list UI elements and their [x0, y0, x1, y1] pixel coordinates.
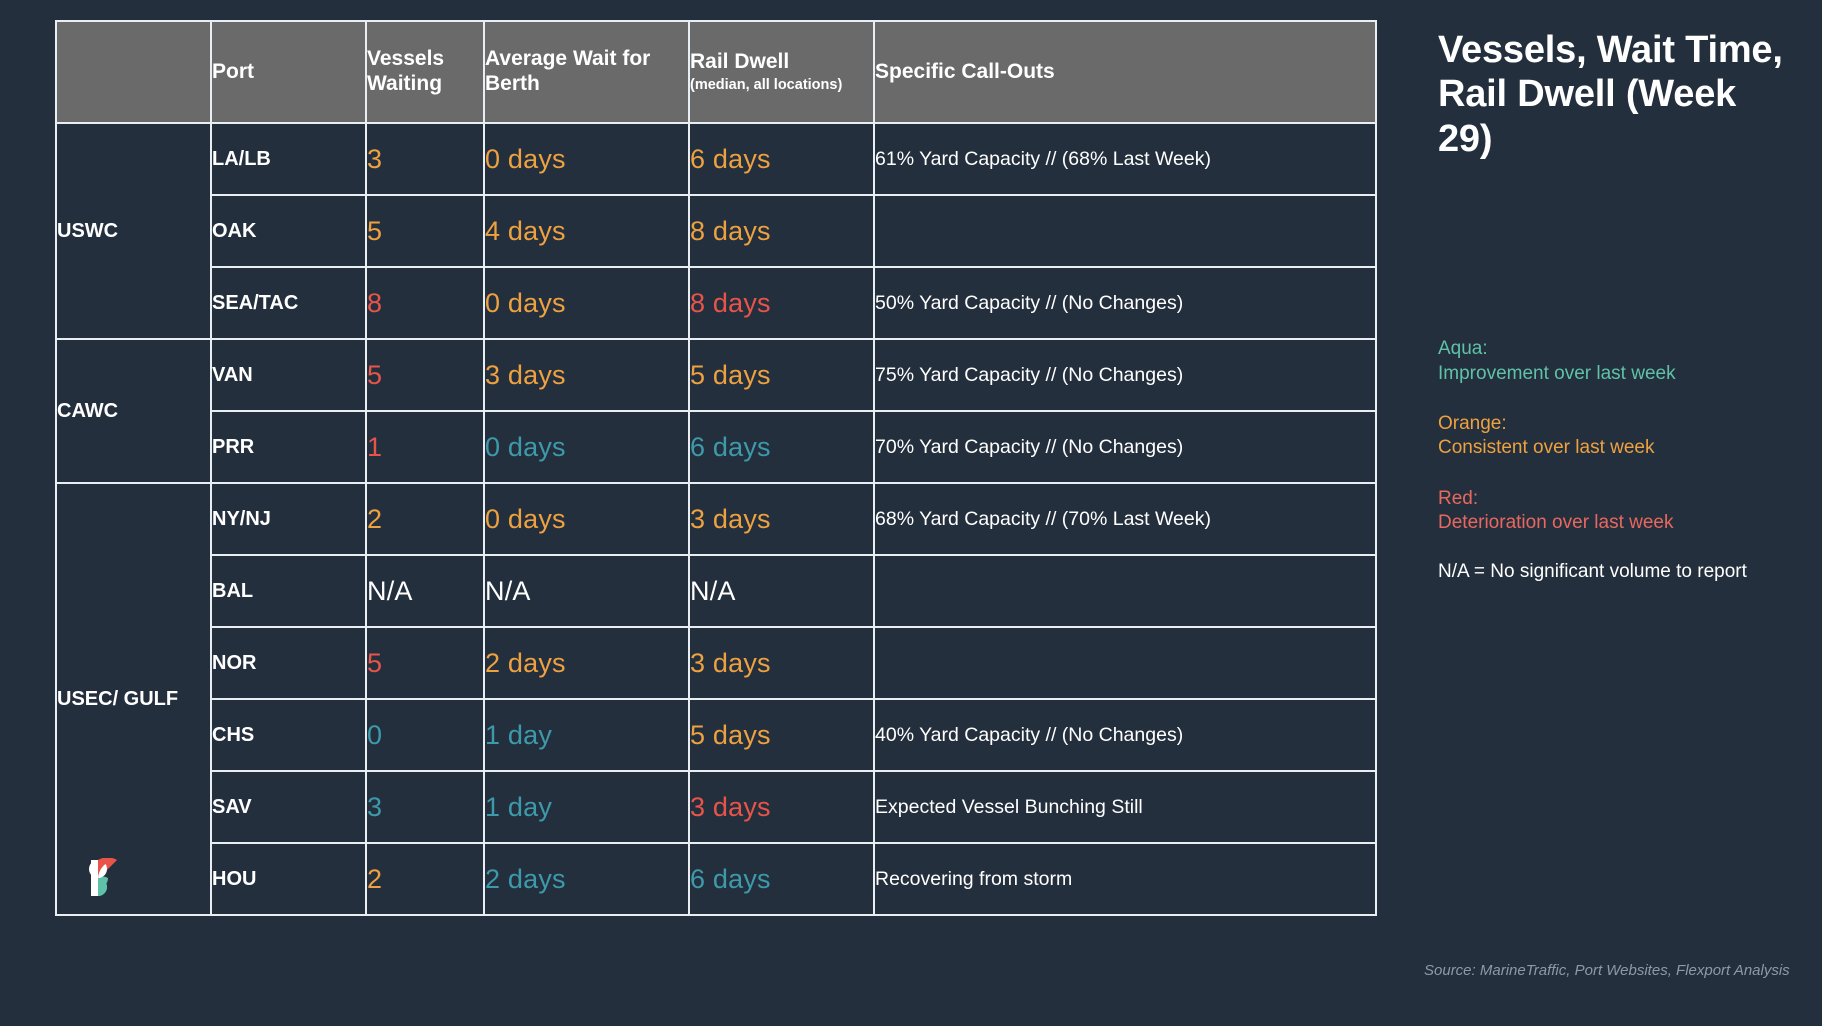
header-corner-blank: [55, 20, 212, 124]
rail-dwell-cell: 5 days: [688, 338, 875, 412]
average-wait-cell: 0 days: [483, 482, 690, 556]
header-rail-dwell-label: Rail Dwell: [690, 50, 790, 74]
rail-dwell-cell: 8 days: [688, 266, 875, 340]
header-port: Port: [210, 20, 367, 124]
vessels-cell: 5: [365, 338, 485, 412]
region-cell: USWC: [55, 122, 212, 340]
average-wait-cell: N/A: [483, 554, 690, 628]
callout-cell: [873, 194, 1377, 268]
callout-cell: 50% Yard Capacity // (No Changes): [873, 266, 1377, 340]
table-body: USWC LA/LB 3 0 days 6 days 61% Yard Capacity …: [55, 122, 1377, 916]
callout-cell: Expected Vessel Bunching Still: [873, 770, 1377, 844]
legend-term: Red:: [1438, 487, 1479, 509]
callout-cell: [873, 626, 1377, 700]
rail-dwell-cell: 6 days: [688, 410, 875, 484]
table-row: NOR 5 2 days 3 days: [56, 626, 1377, 700]
callout-cell: 75% Yard Capacity // (No Changes): [873, 338, 1377, 412]
port-cell: HOU: [210, 842, 367, 916]
vessels-cell: 2: [365, 842, 485, 916]
legend-term: Aqua:: [1438, 338, 1488, 360]
legend-description: Improvement over last week: [1438, 362, 1676, 384]
port-cell: CHS: [210, 698, 367, 772]
vessels-cell: 5: [365, 194, 485, 268]
region-cell: CAWC: [55, 338, 212, 484]
vessels-cell: 1: [365, 410, 485, 484]
callout-cell: 70% Yard Capacity // (No Changes): [873, 410, 1377, 484]
table-row: OAK 5 4 days 8 days: [56, 194, 1377, 268]
vessels-cell: 3: [365, 122, 485, 196]
port-cell: SAV: [210, 770, 367, 844]
rail-dwell-cell: 3 days: [688, 626, 875, 700]
header-specific-callouts: Specific Call-Outs: [873, 20, 1377, 124]
legend: Aqua: Improvement over last week Orange: Co…: [1438, 337, 1798, 535]
port-status-table: Port Vessels Waiting Average Wait for Be…: [55, 20, 1377, 916]
rail-dwell-cell: N/A: [688, 554, 875, 628]
rail-dwell-cell: 6 days: [688, 842, 875, 916]
callout-cell: 61% Yard Capacity // (68% Last Week): [873, 122, 1377, 196]
legend-description: Consistent over last week: [1438, 437, 1655, 459]
average-wait-cell: 3 days: [483, 338, 690, 412]
table-row: BAL N/A N/A N/A: [56, 554, 1377, 628]
average-wait-cell: 0 days: [483, 266, 690, 340]
table-row: CHS 0 1 day 5 days 40% Yard Capacity // (No …: [56, 698, 1377, 772]
port-cell: NOR: [210, 626, 367, 700]
legend-item: Red: Deterioration over last week: [1438, 487, 1798, 536]
legend-item: Aqua: Improvement over last week: [1438, 337, 1798, 386]
vessels-cell: N/A: [365, 554, 485, 628]
table-row: SAV 3 1 day 3 days Expected Vessel Bunching …: [56, 770, 1377, 844]
region-cell: USEC/ GULF: [55, 482, 212, 916]
port-status-table-container: Port Vessels Waiting Average Wait for Be…: [55, 20, 1377, 916]
flexport-logo-icon: [89, 857, 119, 898]
header-vessels-waiting: Vessels Waiting: [365, 20, 485, 124]
vessels-cell: 8: [365, 266, 485, 340]
header-rail-dwell-note: (median, all locations): [690, 77, 843, 94]
average-wait-cell: 2 days: [483, 626, 690, 700]
table-row: CAWC VAN 5 3 days 5 days 75% Yard Capacity //…: [55, 338, 1377, 484]
port-cell: BAL: [210, 554, 367, 628]
vessels-cell: 3: [365, 770, 485, 844]
callout-cell: 68% Yard Capacity // (70% Last Week): [873, 482, 1377, 556]
rail-dwell-cell: 3 days: [688, 482, 875, 556]
rail-dwell-cell: 6 days: [688, 122, 875, 196]
port-cell: OAK: [210, 194, 367, 268]
vessels-cell: 5: [365, 626, 485, 700]
legend-term: Orange:: [1438, 412, 1507, 434]
header-row: Port Vessels Waiting Average Wait for Be…: [55, 20, 1377, 124]
table-row: USEC/ GULF NY/NJ 2 0 days 3 days 68% Yard Cap…: [55, 482, 1377, 916]
legend-item: Orange: Consistent over last week: [1438, 412, 1798, 461]
average-wait-cell: 4 days: [483, 194, 690, 268]
rail-dwell-cell: 8 days: [688, 194, 875, 268]
page-title: Vessels, Wait Time, Rail Dwell (Week 29): [1438, 29, 1783, 160]
rail-dwell-cell: 3 days: [688, 770, 875, 844]
port-cell: SEA/TAC: [210, 266, 367, 340]
port-cell: LA/LB: [210, 122, 367, 196]
table-row: PRR 1 0 days 6 days 70% Yard Capacity // (No…: [56, 410, 1377, 484]
rail-dwell-cell: 5 days: [688, 698, 875, 772]
average-wait-cell: 2 days: [483, 842, 690, 916]
average-wait-cell: 0 days: [483, 410, 690, 484]
callout-cell: [873, 554, 1377, 628]
port-cell: NY/NJ: [210, 482, 367, 556]
callout-cell: Recovering from storm: [873, 842, 1377, 916]
source-note: Source: MarineTraffic, Port Websites, Fl…: [1424, 962, 1790, 979]
table-row: HOU 2 2 days 6 days Recovering from storm: [56, 842, 1377, 916]
header-average-wait: Average Wait for Berth: [483, 20, 690, 124]
vessels-cell: 2: [365, 482, 485, 556]
average-wait-cell: 0 days: [483, 122, 690, 196]
table-header: Port Vessels Waiting Average Wait for Be…: [55, 20, 1377, 124]
port-cell: PRR: [210, 410, 367, 484]
vessels-cell: 0: [365, 698, 485, 772]
port-cell: VAN: [210, 338, 367, 412]
table-row: SEA/TAC 8 0 days 8 days 50% Yard Capacity //…: [56, 266, 1377, 340]
side-panel: Vessels, Wait Time, Rail Dwell (Week 29)…: [1438, 28, 1798, 583]
average-wait-cell: 1 day: [483, 698, 690, 772]
na-note: N/A = No significant volume to report: [1438, 561, 1747, 583]
table-row: USWC LA/LB 3 0 days 6 days 61% Yard Capacity …: [55, 122, 1377, 340]
legend-description: Deterioration over last week: [1438, 511, 1674, 533]
header-rail-dwell: Rail Dwell (median, all locations): [688, 20, 875, 124]
callout-cell: 40% Yard Capacity // (No Changes): [873, 698, 1377, 772]
average-wait-cell: 1 day: [483, 770, 690, 844]
